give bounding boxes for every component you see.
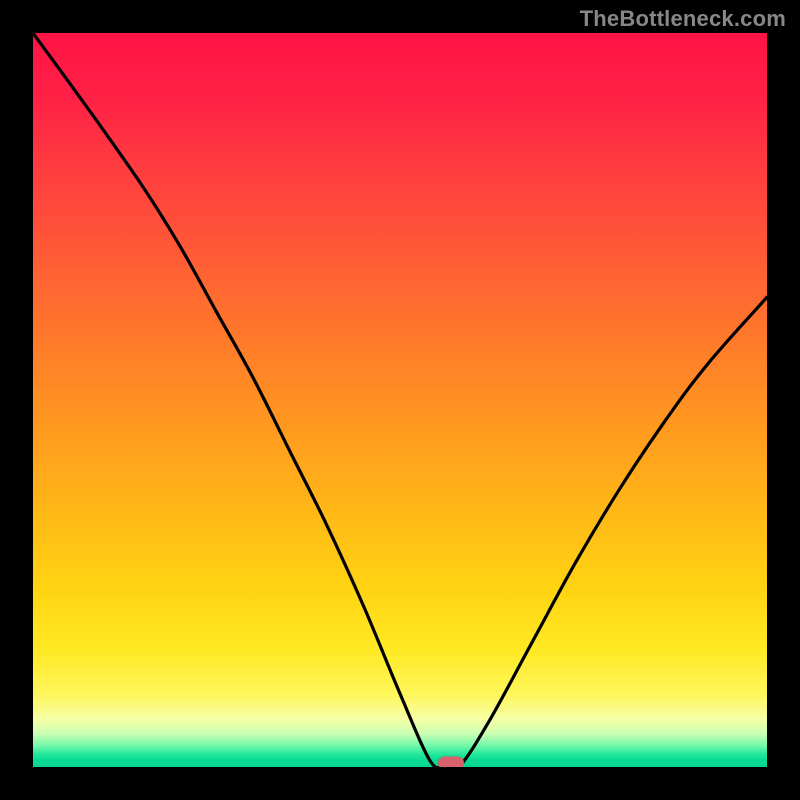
optimal-marker (438, 757, 464, 767)
bottleneck-curve (33, 33, 767, 767)
chart-frame: TheBottleneck.com (0, 0, 800, 800)
watermark-text: TheBottleneck.com (580, 6, 786, 32)
plot-area (33, 33, 767, 767)
